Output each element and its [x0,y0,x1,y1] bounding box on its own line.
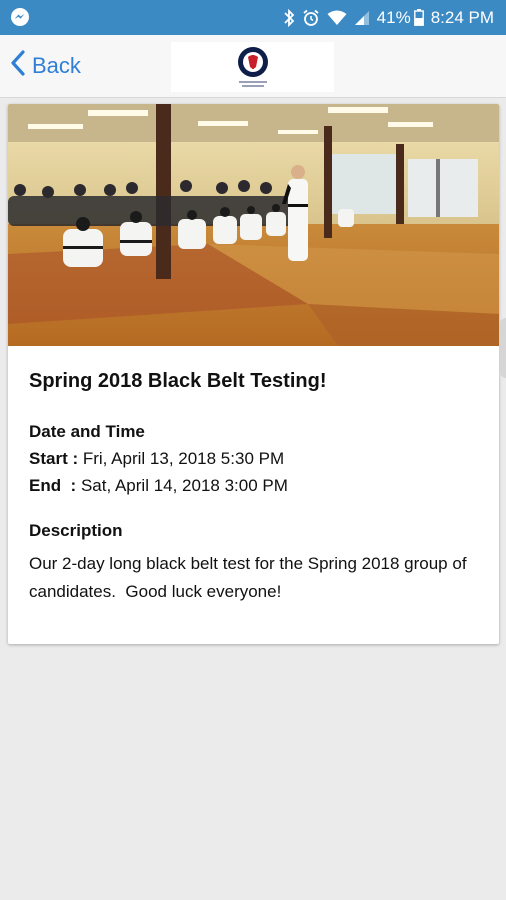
event-description: Our 2-day long black belt test for the S… [29,554,472,601]
event-photo [8,104,499,346]
clock: 8:24 PM [430,7,494,27]
signal-icon [354,10,370,26]
battery-icon [413,9,424,26]
description-heading: Description [29,521,123,540]
battery-level: 41% [376,7,411,27]
start-time: Start : Fri, April 13, 2018 5:30 PM [29,449,284,469]
end-value: Sat, April 14, 2018 3:00 PM [76,476,288,495]
end-label: End : [29,476,77,495]
back-button[interactable]: Back [10,49,81,83]
datetime-heading: Date and Time [29,422,145,441]
drawer-handle[interactable] [500,318,506,378]
bluetooth-icon [283,8,295,27]
status-bar: 41% 8:24 PM [0,0,506,35]
start-label: Start : [29,449,79,468]
back-label: Back [32,53,81,78]
wifi-icon [327,10,347,26]
school-logo [171,42,334,92]
chevron-left-icon [10,49,26,83]
event-title: Spring 2018 Black Belt Testing! [29,370,327,392]
event-card: Spring 2018 Black Belt Testing! Date and… [8,104,499,644]
alarm-icon [302,9,320,27]
end-time: End : Sat, April 14, 2018 3:00 PM [29,476,288,496]
navigation-bar: Back [0,35,506,98]
start-value: Fri, April 13, 2018 5:30 PM [78,449,285,468]
messenger-icon [10,7,30,32]
